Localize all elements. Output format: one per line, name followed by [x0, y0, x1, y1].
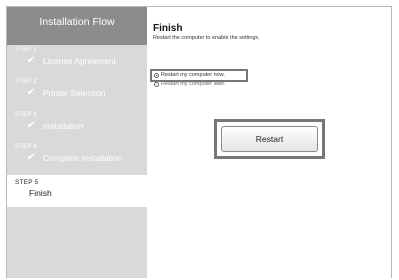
- step-number: STEP 1: [15, 47, 37, 53]
- step-label: Finish: [29, 188, 52, 198]
- radio-selected-icon: [154, 72, 159, 78]
- step-number: STEP 2: [15, 79, 37, 85]
- step-5-current: STEP 5 Finish: [7, 175, 147, 207]
- sidebar: Installation Flow STEP 1 ✔ License Agree…: [7, 7, 147, 278]
- step-number: STEP 3: [15, 112, 37, 118]
- step-2: STEP 2 ✔ Printer Selection: [7, 77, 147, 105]
- option-label: Restart my computer now.: [161, 72, 225, 78]
- restart-button[interactable]: Restart: [221, 126, 318, 152]
- step-label: License Agreement: [43, 56, 116, 66]
- checkmark-icon: ✔: [27, 87, 36, 98]
- step-number: STEP 5: [15, 179, 39, 186]
- page-title: Finish: [153, 23, 183, 34]
- step-label: Complete Installation: [43, 153, 123, 163]
- main-panel: Finish Restart the computer to enable th…: [147, 7, 391, 278]
- step-4: STEP 4 ✔ Complete Installation: [7, 142, 147, 170]
- page-subtitle: Restart the computer to enable the setti…: [153, 35, 260, 41]
- checkmark-icon: ✔: [27, 55, 36, 66]
- step-number: STEP 4: [15, 144, 37, 150]
- sidebar-header: Installation Flow: [7, 7, 147, 45]
- radio-icon: [154, 81, 159, 87]
- step-1: STEP 1 ✔ License Agreement: [7, 45, 147, 73]
- step-label: Installation: [43, 121, 84, 131]
- checkmark-icon: ✔: [27, 152, 36, 163]
- checkmark-icon: ✔: [27, 120, 36, 131]
- installer-window: Installation Flow STEP 1 ✔ License Agree…: [6, 6, 392, 278]
- step-3: STEP 3 ✔ Installation: [7, 110, 147, 138]
- step-label: Printer Selection: [43, 88, 106, 98]
- restart-now-option[interactable]: Restart my computer now.: [154, 72, 225, 78]
